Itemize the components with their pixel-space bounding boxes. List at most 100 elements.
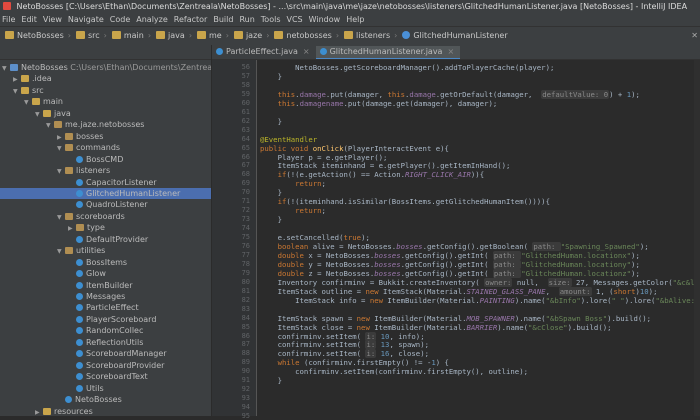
- breadcrumb-item[interactable]: jaze ›: [233, 27, 269, 45]
- breadcrumb-item[interactable]: listeners ›: [344, 27, 397, 45]
- tree-item[interactable]: NetoBosses: [0, 394, 211, 405]
- code-line[interactable]: }: [260, 376, 282, 386]
- tree-item[interactable]: ▶ .idea: [0, 73, 211, 84]
- chevron-down-icon[interactable]: ▼: [2, 63, 10, 74]
- tree-item[interactable]: RandomCollec: [0, 325, 211, 336]
- code-line[interactable]: }: [260, 117, 282, 127]
- menu-item-analyze[interactable]: Analyze: [136, 15, 168, 24]
- tree-item[interactable]: BossItems: [0, 257, 211, 268]
- menu-item-tools[interactable]: Tools: [261, 15, 281, 24]
- tree-item[interactable]: ▶ type: [0, 222, 211, 233]
- code-token: bosses: [374, 268, 401, 278]
- chevron-right-icon: ›: [103, 31, 107, 40]
- breadcrumb-label: GlitchedHumanListener: [413, 31, 508, 40]
- chevron-down-icon[interactable]: ▼: [57, 143, 65, 154]
- code-line[interactable]: ItemStack info = new ItemBuilder(Materia…: [260, 296, 700, 306]
- editor-tab[interactable]: GlitchedHumanListener.java ×: [315, 46, 461, 59]
- tree-item[interactable]: ▼ listeners: [0, 165, 211, 176]
- chevron-right-icon[interactable]: ▶: [57, 132, 65, 143]
- code-editor[interactable]: NetoBosses.getScoreboardManager().addToP…: [260, 60, 700, 416]
- code-token: STAINED_GLASS_PANE: [466, 286, 546, 296]
- tree-item[interactable]: ▶ bosses: [0, 131, 211, 142]
- chevron-right-icon[interactable]: ▶: [13, 74, 21, 85]
- tree-item[interactable]: ▼ scoreboards: [0, 211, 211, 222]
- tree-item[interactable]: ItemBuilder: [0, 280, 211, 291]
- code-line[interactable]: this.damagename.put(damage.get(damager),…: [260, 99, 498, 109]
- tree-item[interactable]: Glow: [0, 268, 211, 279]
- tree-item[interactable]: ▼ me.jaze.netobosses: [0, 119, 211, 130]
- close-icon[interactable]: ✕: [691, 27, 698, 45]
- tree-item[interactable]: BossCMD: [0, 154, 211, 165]
- code-token: y = NetoBosses.: [308, 259, 375, 269]
- tree-item[interactable]: ReflectionUtils: [0, 337, 211, 348]
- tree-item[interactable]: ScoreboardProvider: [0, 360, 211, 371]
- chevron-down-icon[interactable]: ▼: [57, 212, 65, 223]
- tree-item[interactable]: DefaultProvider: [0, 234, 211, 245]
- chevron-down-icon[interactable]: ▼: [57, 246, 65, 257]
- menu-item-view[interactable]: View: [43, 15, 62, 24]
- tree-item[interactable]: Utils: [0, 383, 211, 394]
- chevron-down-icon[interactable]: ▼: [57, 166, 65, 177]
- close-tab-icon[interactable]: ×: [303, 47, 310, 56]
- breadcrumb-item[interactable]: GlitchedHumanListener: [402, 27, 508, 45]
- menu-item-vcs[interactable]: VCS: [287, 15, 303, 24]
- breadcrumb-item[interactable]: netobosses ›: [274, 27, 339, 45]
- chevron-right-icon[interactable]: ▶: [35, 407, 43, 417]
- menu-item-edit[interactable]: Edit: [21, 15, 37, 24]
- chevron-right-icon[interactable]: ▶: [68, 223, 76, 234]
- breadcrumb-item[interactable]: NetoBosses ›: [5, 27, 71, 45]
- code-token: 10: [639, 286, 649, 296]
- code-token: public void: [260, 143, 313, 153]
- line-number: 62: [241, 116, 250, 125]
- tree-item[interactable]: ▼ src: [0, 85, 211, 96]
- tree-item[interactable]: ▼ main: [0, 96, 211, 107]
- code-line[interactable]: confirminv.setItem(confirminv.firstEmpty…: [260, 367, 528, 377]
- close-tab-icon[interactable]: ×: [447, 47, 454, 56]
- code-token: e.setCancelled(: [260, 233, 344, 243]
- tree-item[interactable]: ▼ utilities: [0, 245, 211, 256]
- code-token: .getConfig().getInt(: [400, 259, 493, 269]
- breadcrumb-item[interactable]: main ›: [111, 27, 151, 45]
- tree-item[interactable]: GlitchedHumanListener: [0, 187, 211, 199]
- tree-item[interactable]: Messages: [0, 291, 211, 302]
- tree-item[interactable]: ▼ NetoBosses C:\Users\Ethan\Documents\Zen…: [0, 62, 211, 73]
- tree-item[interactable]: CapacitorListener: [0, 177, 211, 188]
- tree-item[interactable]: PlayerScoreboard: [0, 314, 211, 325]
- chevron-down-icon[interactable]: ▼: [24, 97, 32, 108]
- menu-item-file[interactable]: File: [2, 15, 15, 24]
- chevron-down-icon[interactable]: ▼: [35, 109, 43, 120]
- code-line[interactable]: }: [260, 72, 282, 82]
- error-stripe[interactable]: [694, 60, 700, 416]
- menu-item-navigate[interactable]: Navigate: [68, 15, 104, 24]
- tree-item[interactable]: ▶ resources: [0, 406, 211, 417]
- tree-item[interactable]: ScoreboardText: [0, 371, 211, 382]
- editor-tab-label: ParticleEffect.java: [226, 47, 298, 56]
- breadcrumb-item[interactable]: me ›: [197, 27, 229, 45]
- menu-item-help[interactable]: Help: [346, 15, 364, 24]
- menu-item-window[interactable]: Window: [309, 15, 341, 24]
- chevron-down-icon[interactable]: ▼: [13, 86, 21, 97]
- code-token: owner:: [484, 277, 513, 287]
- code-line[interactable]: NetoBosses.getScoreboardManager().addToP…: [260, 63, 554, 73]
- breadcrumb-item[interactable]: src ›: [75, 27, 107, 45]
- tree-item[interactable]: ParticleEffect: [0, 302, 211, 313]
- breadcrumb-item[interactable]: java ›: [156, 27, 192, 45]
- tree-item[interactable]: ScoreboardManager: [0, 348, 211, 359]
- chevron-down-icon[interactable]: ▼: [46, 120, 54, 131]
- menu-item-code[interactable]: Code: [110, 15, 130, 24]
- code-token: i:: [365, 331, 377, 341]
- menu-item-run[interactable]: Run: [239, 15, 254, 24]
- tree-item[interactable]: ▼ commands: [0, 142, 211, 153]
- tree-item[interactable]: QuadroListener: [0, 199, 211, 210]
- code-line[interactable]: }: [260, 215, 282, 225]
- menu-item-build[interactable]: Build: [213, 15, 233, 24]
- line-number: 93: [241, 394, 250, 403]
- code-token: double: [260, 259, 309, 269]
- menu-item-refactor[interactable]: Refactor: [174, 15, 208, 24]
- tree-item[interactable]: ▼ java: [0, 108, 211, 119]
- line-number: 56: [241, 63, 250, 71]
- folder-icon: [197, 31, 207, 39]
- breadcrumb-label: jaze: [245, 31, 263, 40]
- folder-icon: [274, 31, 284, 39]
- editor-tab[interactable]: ParticleEffect.java ×: [212, 45, 316, 59]
